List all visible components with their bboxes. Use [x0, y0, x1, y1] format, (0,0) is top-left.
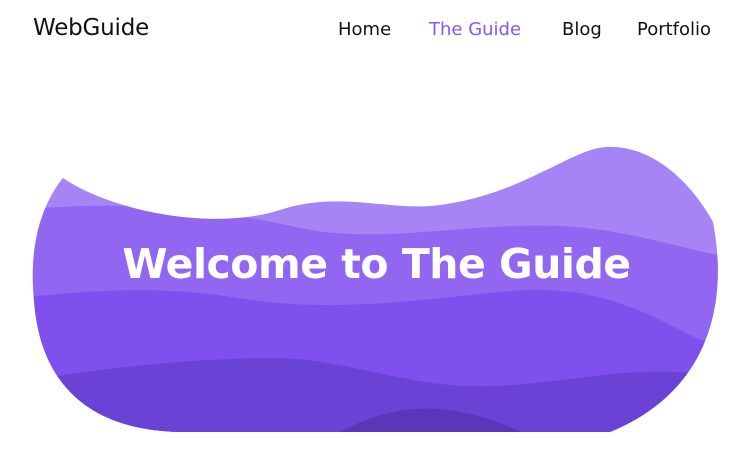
hero-wave-background [32, 146, 718, 432]
hero-banner: Welcome to The Guide [0, 0, 753, 455]
hero-title: Welcome to The Guide [122, 240, 631, 288]
wave-layers [32, 146, 718, 432]
